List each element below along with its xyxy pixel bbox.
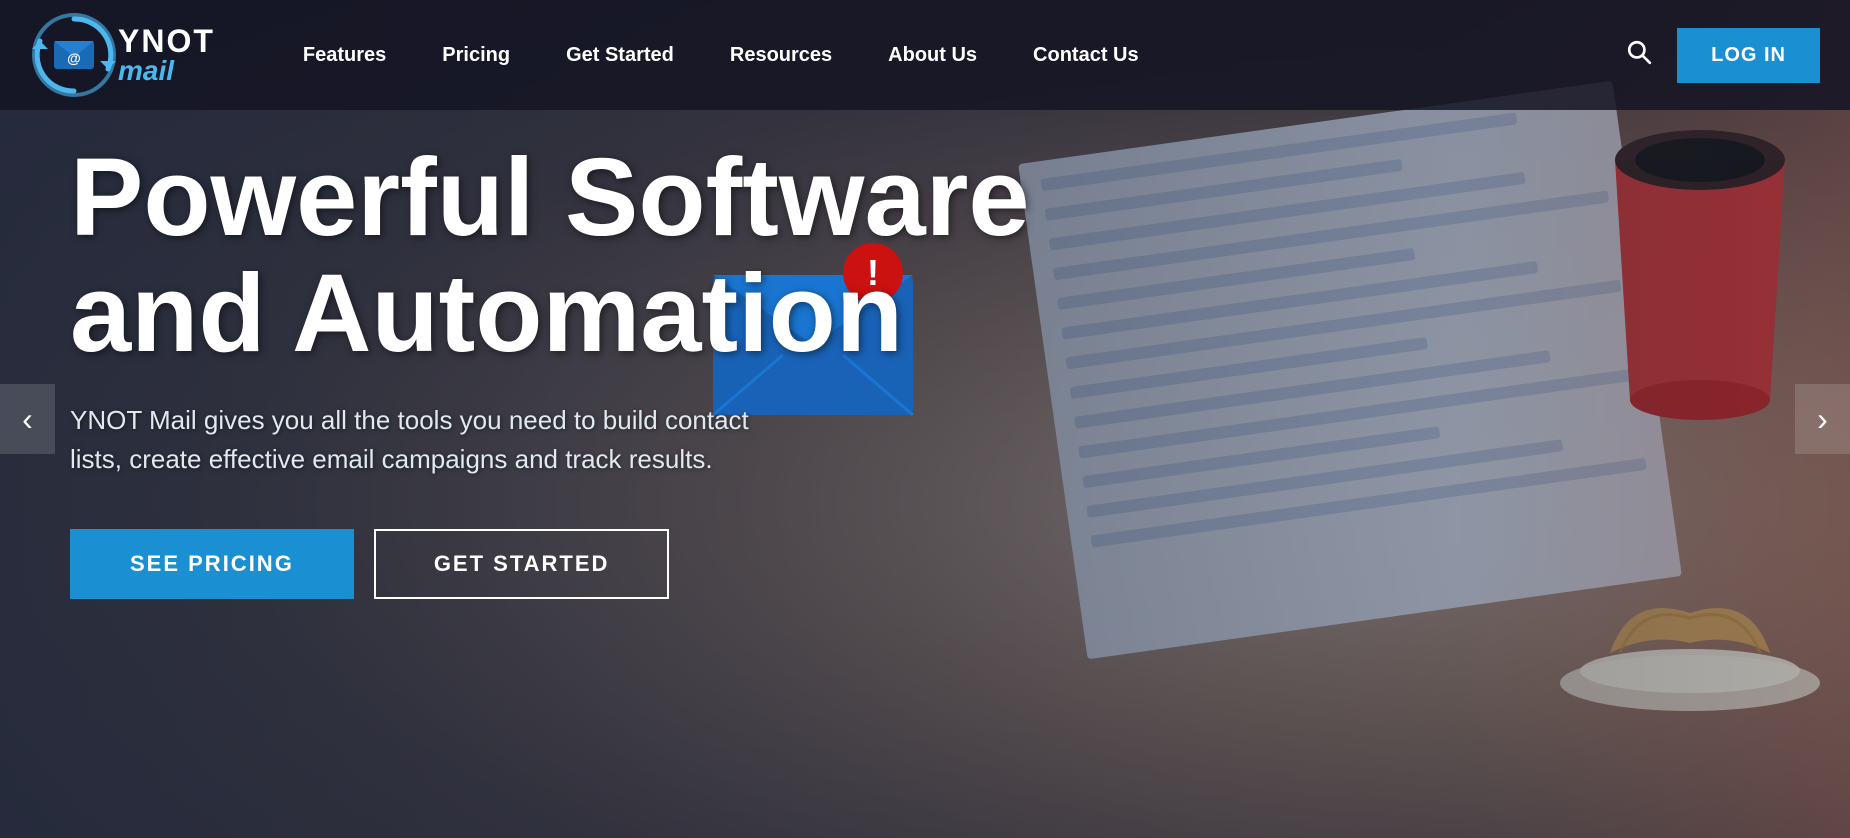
carousel-next-button[interactable]: › <box>1795 384 1850 454</box>
site-header: @ YNOT mail Features Pricing Get Started… <box>0 0 1850 110</box>
see-pricing-button[interactable]: SEE PRICING <box>70 529 354 599</box>
hero-content: Powerful Software and Automation YNOT Ma… <box>70 140 1030 599</box>
nav-item-pricing[interactable]: Pricing <box>414 44 538 67</box>
nav-item-resources[interactable]: Resources <box>702 44 860 67</box>
get-started-button[interactable]: GET STARTED <box>374 529 670 599</box>
hero-title: Powerful Software and Automation <box>70 140 1030 371</box>
svg-text:@: @ <box>67 50 81 66</box>
hero-subtitle: YNOT Mail gives you all the tools you ne… <box>70 401 770 479</box>
logo-mail: mail <box>118 57 215 85</box>
nav-item-get-started[interactable]: Get Started <box>538 44 702 67</box>
carousel-prev-button[interactable]: ‹ <box>0 384 55 454</box>
logo-text: YNOT mail <box>118 25 215 85</box>
logo-link[interactable]: @ YNOT mail <box>30 11 215 99</box>
logo-ynot: YNOT <box>118 25 215 57</box>
hero-cta-buttons: SEE PRICING GET STARTED <box>70 529 1030 599</box>
header-right: LOG IN <box>1621 28 1820 83</box>
main-nav: Features Pricing Get Started Resources A… <box>275 44 1621 67</box>
search-icon <box>1626 39 1652 65</box>
logo-icon: @ <box>30 11 118 99</box>
search-button[interactable] <box>1621 34 1657 76</box>
nav-item-features[interactable]: Features <box>275 44 414 67</box>
login-button[interactable]: LOG IN <box>1677 28 1820 83</box>
nav-item-contact-us[interactable]: Contact Us <box>1005 44 1167 67</box>
hero-section: ! <box>0 0 1850 838</box>
nav-item-about-us[interactable]: About Us <box>860 44 1005 67</box>
